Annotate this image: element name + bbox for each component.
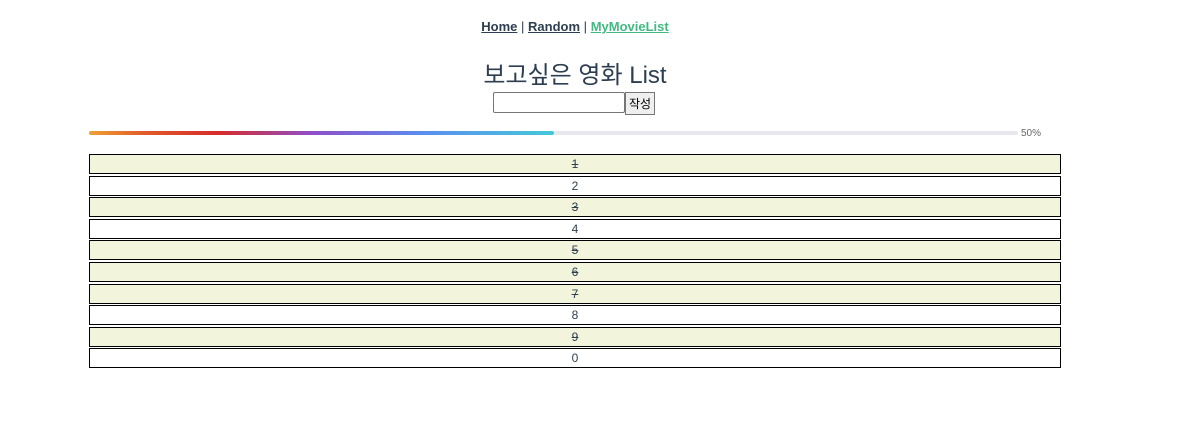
list-item[interactable]: 2 — [89, 175, 1061, 196]
list-item[interactable]: 6 — [89, 261, 1061, 282]
nav-separator: | — [521, 19, 525, 34]
list-item[interactable]: 8 — [89, 305, 1061, 326]
progress-percent-label: 50% — [1021, 128, 1042, 139]
submit-button[interactable]: 작성 — [625, 92, 656, 115]
movie-add-form: 작성 — [493, 92, 656, 115]
nav-link-random[interactable]: Random — [528, 19, 580, 34]
list-item[interactable]: 4 — [89, 218, 1061, 239]
list-item[interactable]: 1 — [89, 154, 1061, 174]
progress-bar — [89, 131, 1018, 135]
nav-separator: | — [583, 19, 588, 34]
list-item[interactable]: 0 — [89, 348, 1061, 369]
list-item[interactable]: 7 — [89, 283, 1061, 304]
movie-list: 1234567890 — [89, 154, 1061, 370]
page-title: 보고싶은 영화 List — [483, 62, 667, 89]
list-item[interactable]: 3 — [89, 197, 1061, 218]
nav-link-home[interactable]: Home — [481, 19, 517, 34]
movie-title-input[interactable] — [493, 92, 625, 113]
list-item[interactable]: 5 — [89, 240, 1061, 261]
top-nav: Home | Random | MyMovieList — [0, 19, 1150, 34]
nav-link-mymovielist[interactable]: MyMovieList — [591, 19, 669, 34]
progress-bar-fill — [89, 131, 554, 135]
list-item[interactable]: 9 — [89, 326, 1061, 347]
